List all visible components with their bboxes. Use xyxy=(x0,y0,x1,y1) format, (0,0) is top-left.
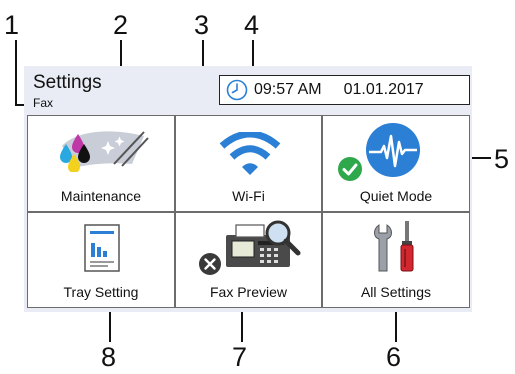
date-time-display[interactable]: 09:57 AM 01.01.2017 xyxy=(219,75,470,105)
tile-all-settings[interactable]: All Settings xyxy=(322,212,470,308)
callout-7: 7 xyxy=(232,342,248,372)
tile-wifi[interactable]: Wi-Fi xyxy=(175,115,322,212)
callout-8: 8 xyxy=(101,342,117,372)
off-status-icon xyxy=(199,253,221,275)
tile-fax-preview-label: Fax Preview xyxy=(209,284,288,300)
tray-document-icon xyxy=(84,224,120,272)
tile-fax-preview[interactable]: Fax Preview xyxy=(175,212,322,308)
time-value: 09:57 AM xyxy=(254,81,322,98)
wifi-icon xyxy=(219,132,281,175)
tile-tray-setting[interactable]: Tray Setting xyxy=(27,212,175,308)
tile-quiet-mode-label: Quiet Mode xyxy=(359,188,433,204)
callout-4: 4 xyxy=(244,10,260,40)
quiet-mode-icon xyxy=(366,123,420,177)
check-status-icon xyxy=(338,157,362,181)
callout-1-leader xyxy=(15,40,17,106)
tile-maintenance-label: Maintenance xyxy=(60,188,142,204)
tile-wifi-label: Wi-Fi xyxy=(232,188,265,204)
callout-6: 6 xyxy=(386,342,402,372)
screen-title: Settings xyxy=(33,72,102,93)
screen-subtitle: Fax xyxy=(33,96,54,110)
tile-all-settings-label: All Settings xyxy=(360,284,432,300)
settings-grid: Maintenance Wi-Fi Quiet Mode Tray Settin… xyxy=(27,115,470,308)
callout-3: 3 xyxy=(194,10,210,40)
tile-maintenance[interactable]: Maintenance xyxy=(27,115,175,212)
clock-icon xyxy=(226,79,248,101)
ink-cartridges-icon xyxy=(60,131,149,172)
tile-quiet-mode[interactable]: Quiet Mode xyxy=(322,115,470,212)
callout-5: 5 xyxy=(494,144,510,174)
callout-1: 1 xyxy=(4,10,20,40)
tile-tray-setting-label: Tray Setting xyxy=(63,284,139,300)
date-value: 01.01.2017 xyxy=(343,81,424,98)
callout-2: 2 xyxy=(113,10,129,40)
tools-icon xyxy=(374,221,414,272)
